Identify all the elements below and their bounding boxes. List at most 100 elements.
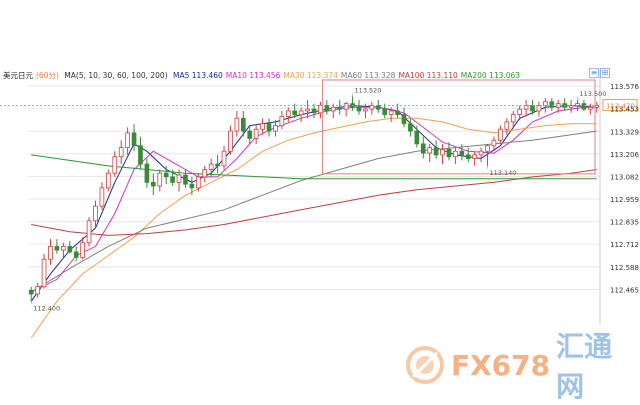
candle-body bbox=[543, 101, 548, 106]
candle-body bbox=[510, 114, 516, 123]
candle-body bbox=[408, 123, 413, 132]
legend-item-ma60: MA60 113.328 bbox=[340, 71, 396, 80]
candle-body bbox=[318, 105, 323, 114]
candle-body bbox=[170, 176, 175, 183]
legend-item-ma30: MA30 113.374 bbox=[283, 71, 338, 80]
toolbar-menu-icon[interactable]: ≡ bbox=[589, 68, 599, 78]
y-tick-label: 112.959 bbox=[610, 196, 639, 204]
candle-body bbox=[86, 220, 92, 244]
y-tick-label: 113.576 bbox=[610, 83, 639, 91]
candle-body bbox=[446, 148, 452, 158]
candle-body bbox=[491, 139, 497, 147]
price-annotation: 113.500 bbox=[580, 90, 607, 98]
candle-body bbox=[414, 130, 420, 145]
candle-body bbox=[125, 132, 130, 148]
price-annotation: 113.140 bbox=[490, 169, 517, 177]
watermark-brand: FX678 bbox=[450, 348, 551, 382]
candle-body bbox=[150, 181, 156, 187]
ma-line-ma5 bbox=[30, 104, 597, 302]
y-tick-label: 112.712 bbox=[610, 241, 639, 249]
legend-item-ma10: MA10 113.456 bbox=[225, 71, 281, 80]
candle-body bbox=[112, 156, 118, 174]
candle-body bbox=[369, 105, 375, 110]
candle-body bbox=[266, 123, 272, 132]
legend-item-ma100: MA100 113.110 bbox=[398, 71, 458, 80]
candle-body bbox=[228, 130, 233, 152]
candle-body bbox=[440, 148, 445, 156]
candle-body bbox=[41, 258, 47, 288]
candle-body bbox=[453, 150, 458, 158]
overlay-layer: 113.470112.400113.520113.140113.500 bbox=[0, 79, 638, 312]
candle-body bbox=[189, 183, 195, 189]
candle-body bbox=[208, 163, 214, 170]
candle-body bbox=[54, 246, 60, 251]
candle-body bbox=[215, 163, 220, 167]
ma-line-ma10 bbox=[30, 106, 597, 293]
candle-body bbox=[67, 246, 73, 253]
candle-body bbox=[343, 103, 349, 110]
candle-body bbox=[279, 116, 285, 126]
candle-body bbox=[99, 187, 105, 207]
candle-body bbox=[234, 117, 240, 132]
ma-line-ma30 bbox=[30, 117, 597, 339]
y-tick-label: 113.206 bbox=[610, 151, 639, 159]
legend-period: (60分) bbox=[36, 71, 59, 80]
watermark: FX678 汇通网 bbox=[405, 330, 640, 403]
legend-ma-params: MA(5, 10, 30, 60, 100, 200) bbox=[64, 71, 168, 80]
candle-body bbox=[260, 123, 265, 130]
candle-body bbox=[35, 286, 40, 295]
candle-body bbox=[581, 103, 587, 110]
candle-body bbox=[93, 205, 98, 222]
candle-body bbox=[221, 150, 227, 167]
candle-body bbox=[427, 147, 433, 154]
candle-body bbox=[73, 251, 79, 258]
candle-body bbox=[420, 143, 426, 154]
candle-body bbox=[157, 172, 163, 187]
legend-item-ma200: MA200 113.063 bbox=[460, 71, 521, 80]
candle-body bbox=[549, 101, 555, 108]
candle-body bbox=[459, 150, 465, 156]
candle-body bbox=[530, 105, 535, 112]
watermark-brand2: 汇通网 bbox=[556, 330, 613, 403]
candle-body bbox=[195, 176, 201, 189]
legend-item-ma5: MA5 113.460 bbox=[173, 71, 223, 80]
candle-body bbox=[118, 147, 124, 158]
legend-items: MA5 113.460 MA10 113.456 MA30 113.374 MA60 … bbox=[173, 71, 523, 80]
candle-body bbox=[138, 145, 143, 165]
candle-body bbox=[395, 110, 400, 116]
candle-body bbox=[401, 114, 407, 125]
candle-body bbox=[183, 174, 188, 185]
candle-body bbox=[273, 125, 278, 132]
candle-body bbox=[61, 246, 66, 251]
candle-body bbox=[504, 121, 510, 130]
candle-body bbox=[433, 147, 439, 156]
candle-body bbox=[330, 106, 336, 112]
candle-body bbox=[498, 128, 503, 141]
candle-body bbox=[163, 172, 169, 178]
chart-stage: 113.470 112.400 113.520 113.140 113.500 113.… bbox=[0, 0, 640, 403]
candle-body bbox=[356, 106, 362, 112]
candle-body bbox=[536, 105, 542, 112]
candle-body bbox=[382, 108, 388, 116]
candle-body bbox=[324, 105, 330, 112]
candle-body bbox=[240, 117, 246, 132]
candle-body bbox=[363, 108, 368, 112]
candle-body bbox=[523, 105, 529, 110]
candle-body bbox=[311, 108, 317, 114]
y-tick-label: 113.453 bbox=[610, 106, 639, 114]
y-tick-label: 113.329 bbox=[610, 128, 639, 136]
candle-body bbox=[106, 172, 111, 189]
candle-body bbox=[485, 145, 490, 152]
y-tick-label: 112.465 bbox=[610, 286, 639, 294]
candle-body bbox=[48, 246, 53, 260]
candle-body bbox=[292, 110, 298, 116]
price-annotation: 112.400 bbox=[33, 304, 60, 312]
candle-body bbox=[131, 132, 137, 147]
candle-body bbox=[478, 150, 484, 156]
candle-body bbox=[305, 108, 310, 112]
y-axis: 113.576 113.453 113.329 113.206 113.082 112.9… bbox=[610, 83, 639, 294]
y-tick-label: 113.082 bbox=[610, 173, 639, 181]
candle-body bbox=[285, 110, 291, 117]
toolbar-grid-icon[interactable]: ⊞ bbox=[600, 68, 610, 78]
chart-legend: 美元日元 (60分) MA(5, 10, 30, 60, 100, 200) MA… bbox=[3, 70, 526, 81]
